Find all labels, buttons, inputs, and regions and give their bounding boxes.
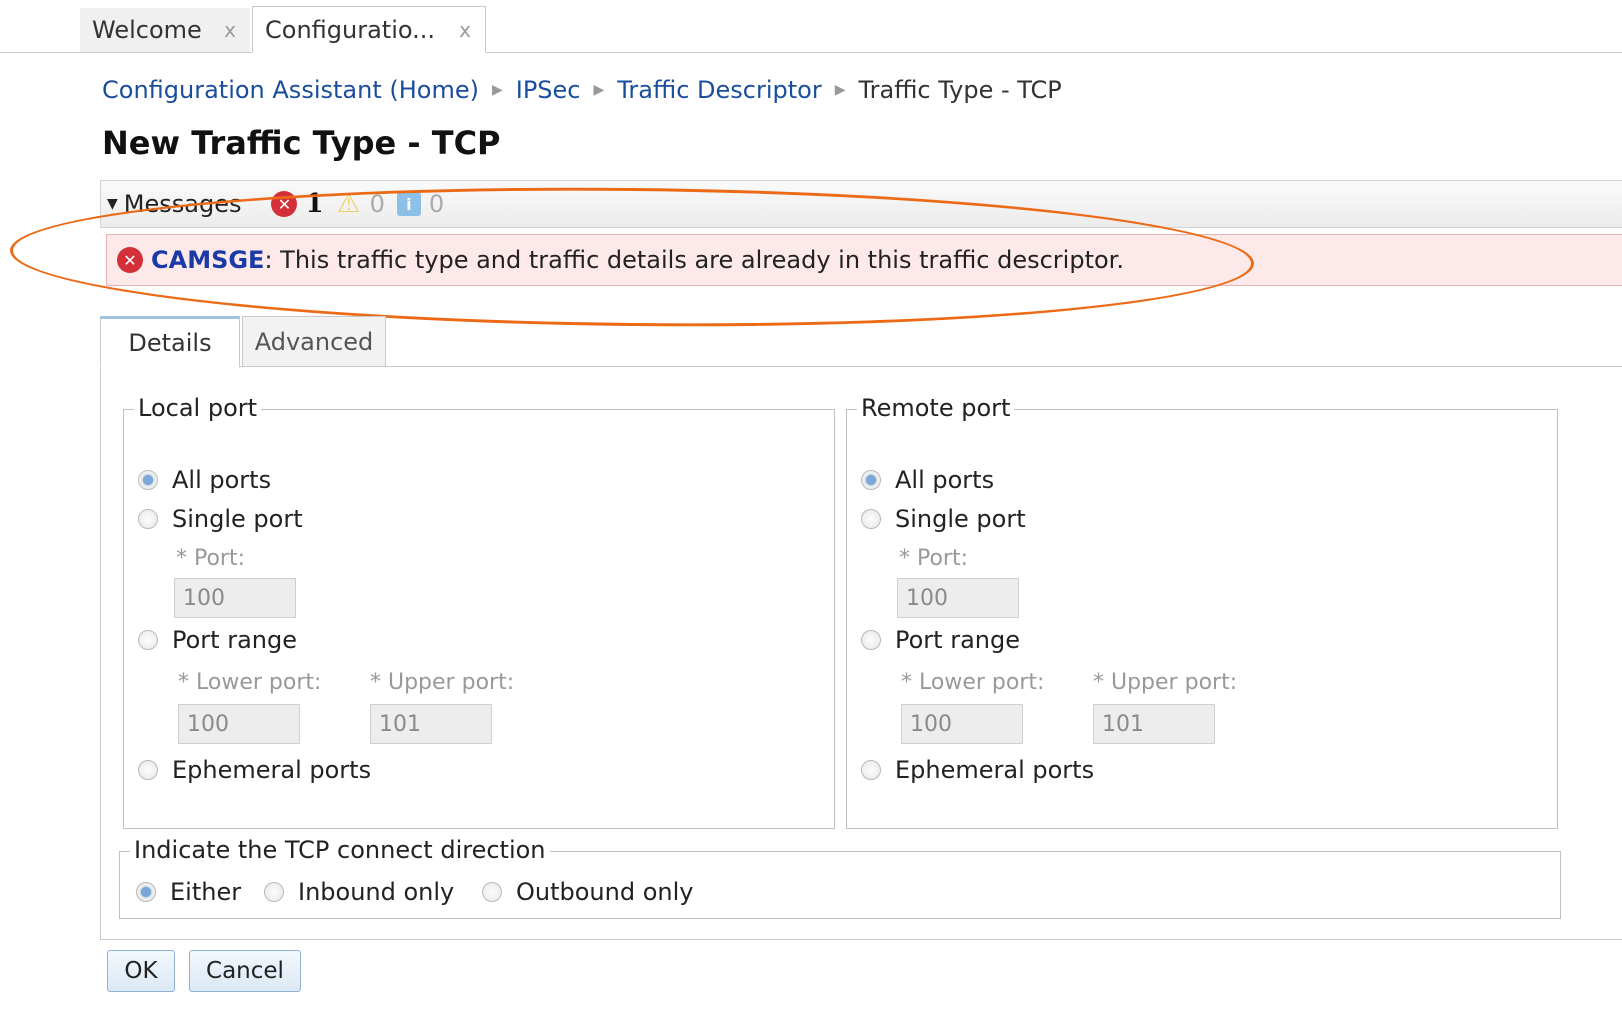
tab-advanced[interactable]: Advanced	[242, 316, 386, 368]
local-port-input[interactable]: 100	[174, 578, 296, 618]
breadcrumb-separator-icon: ▶	[491, 82, 503, 98]
cancel-button[interactable]: Cancel	[189, 950, 301, 992]
local-port-label: * Port:	[176, 546, 246, 571]
radio-button[interactable]	[861, 760, 881, 780]
local-port-group: Local port All ports Single port * Port:…	[123, 394, 835, 829]
remote-single-port-label: Single port	[895, 505, 1026, 533]
page-title: New Traffic Type - TCP	[102, 124, 501, 162]
tab-details[interactable]: Details	[100, 316, 240, 368]
remote-ephemeral-label: Ephemeral ports	[895, 756, 1095, 784]
warning-icon: ⚠	[336, 189, 361, 219]
messages-bar[interactable]: ▼ Messages ✕ 1 ⚠ 0 i 0	[100, 180, 1622, 228]
remote-port-group: Remote port All ports Single port * Port…	[846, 394, 1558, 829]
direction-legend: Indicate the TCP connect direction	[130, 836, 550, 864]
remote-port-legend: Remote port	[857, 394, 1015, 422]
local-ephemeral-label: Ephemeral ports	[172, 756, 372, 784]
close-icon[interactable]: x	[224, 18, 236, 42]
error-icon: ✕	[117, 247, 143, 273]
tab-welcome-label: Welcome	[92, 16, 202, 44]
info-count: 0	[428, 190, 445, 218]
breadcrumb-current: Traffic Type - TCP	[858, 76, 1062, 104]
radio-button[interactable]	[861, 630, 881, 650]
breadcrumb-link-traffic-descriptor[interactable]: Traffic Descriptor	[617, 76, 821, 104]
local-port-legend: Local port	[134, 394, 262, 422]
remote-port-input[interactable]: 100	[897, 578, 1019, 618]
remote-upper-port-input[interactable]: 101	[1093, 704, 1215, 744]
local-ephemeral-option[interactable]: Ephemeral ports	[138, 756, 371, 784]
direction-either-option[interactable]: Either	[136, 878, 241, 906]
info-icon: i	[396, 192, 421, 216]
messages-label: Messages	[123, 190, 242, 218]
error-count: 1	[305, 189, 324, 219]
tab-configuration[interactable]: Configuratio... x	[252, 6, 486, 53]
direction-inbound-label: Inbound only	[298, 878, 455, 906]
error-code: CAMSGE	[151, 246, 265, 274]
ok-button[interactable]: OK	[107, 950, 175, 992]
radio-button[interactable]	[264, 882, 284, 902]
local-port-range-label: Port range	[172, 626, 297, 654]
remote-all-ports-label: All ports	[895, 466, 995, 494]
caret-down-icon[interactable]: ▼	[107, 196, 118, 212]
radio-button[interactable]	[861, 509, 881, 529]
direction-inbound-option[interactable]: Inbound only	[264, 878, 454, 906]
warning-count: 0	[369, 190, 385, 218]
remote-lower-port-label: * Lower port:	[901, 670, 1045, 695]
direction-group: Indicate the TCP connect direction Eithe…	[119, 836, 1561, 919]
radio-button[interactable]	[138, 630, 158, 650]
local-lower-port-label: * Lower port:	[178, 670, 322, 695]
remote-port-label: * Port:	[899, 546, 969, 571]
local-single-port-label: Single port	[172, 505, 303, 533]
local-upper-port-label: * Upper port:	[370, 670, 515, 695]
direction-outbound-label: Outbound only	[516, 878, 694, 906]
remote-upper-port-label: * Upper port:	[1093, 670, 1238, 695]
close-icon[interactable]: x	[459, 18, 471, 42]
breadcrumb-separator-icon: ▶	[834, 82, 846, 98]
local-upper-port-input[interactable]: 101	[370, 704, 492, 744]
local-single-port-option[interactable]: Single port	[138, 505, 303, 533]
breadcrumb-link-ipsec[interactable]: IPSec	[516, 76, 581, 104]
breadcrumb-link-home[interactable]: Configuration Assistant (Home)	[102, 76, 479, 104]
breadcrumb: Configuration Assistant (Home) ▶ IPSec ▶…	[102, 72, 1062, 108]
remote-port-range-label: Port range	[895, 626, 1020, 654]
remote-all-ports-option[interactable]: All ports	[861, 466, 994, 494]
remote-lower-port-input[interactable]: 100	[901, 704, 1023, 744]
tab-configuration-label: Configuratio...	[265, 15, 436, 44]
error-icon: ✕	[271, 191, 298, 217]
direction-either-label: Either	[170, 878, 242, 906]
error-message: ✕ CAMSGE : This traffic type and traffic…	[106, 234, 1622, 286]
remote-port-range-option[interactable]: Port range	[861, 626, 1020, 654]
details-panel: Local port All ports Single port * Port:…	[100, 366, 1622, 940]
document-tab-strip: Welcome x Configuratio... x	[0, 0, 1622, 53]
breadcrumb-separator-icon: ▶	[593, 82, 605, 98]
direction-outbound-option[interactable]: Outbound only	[482, 878, 693, 906]
remote-ephemeral-option[interactable]: Ephemeral ports	[861, 756, 1094, 784]
local-port-range-option[interactable]: Port range	[138, 626, 297, 654]
radio-button[interactable]	[138, 470, 158, 490]
radio-button[interactable]	[138, 509, 158, 529]
radio-button[interactable]	[861, 470, 881, 490]
error-text: : This traffic type and traffic details …	[264, 246, 1124, 274]
radio-button[interactable]	[482, 882, 502, 902]
local-lower-port-input[interactable]: 100	[178, 704, 300, 744]
tab-welcome[interactable]: Welcome x	[80, 8, 250, 52]
local-all-ports-label: All ports	[172, 466, 272, 494]
radio-button[interactable]	[138, 760, 158, 780]
radio-button[interactable]	[136, 882, 156, 902]
local-all-ports-option[interactable]: All ports	[138, 466, 271, 494]
remote-single-port-option[interactable]: Single port	[861, 505, 1026, 533]
